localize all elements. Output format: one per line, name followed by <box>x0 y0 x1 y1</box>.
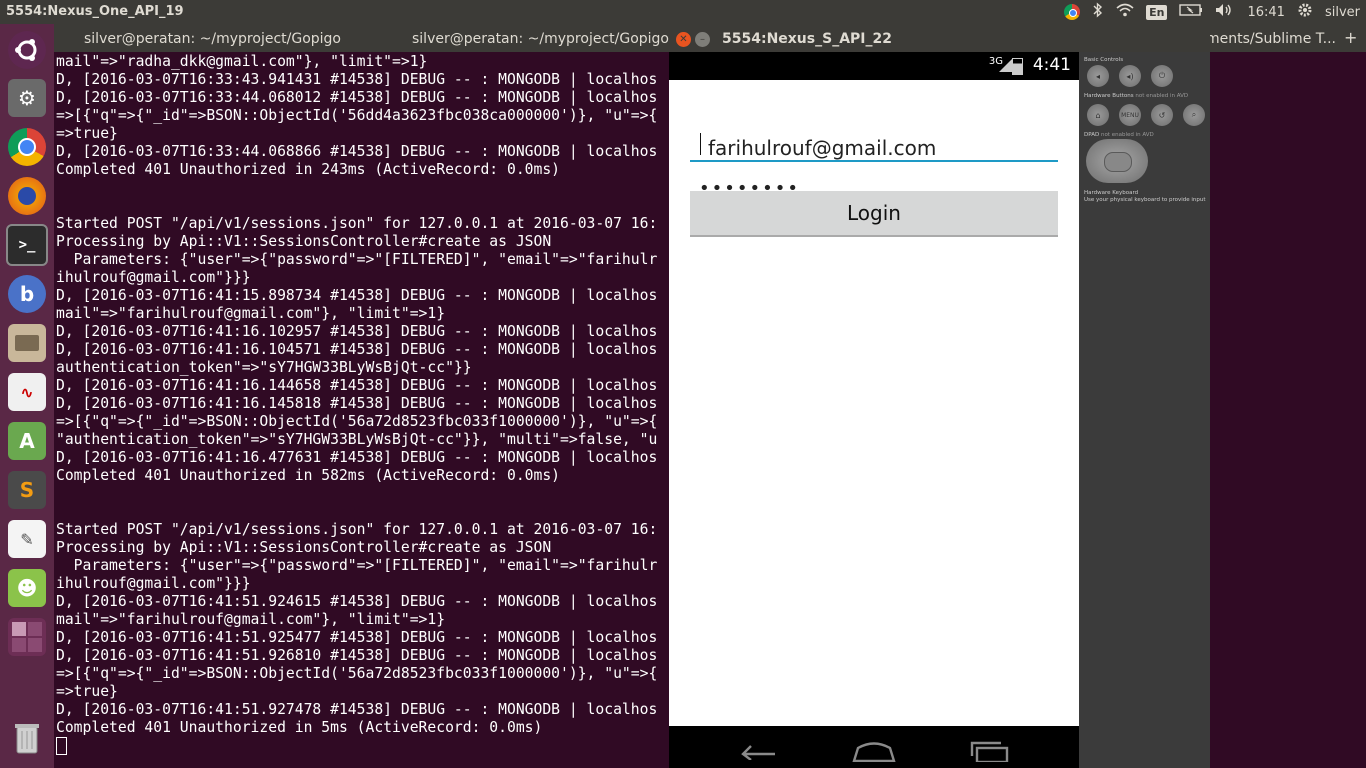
email-underline <box>690 160 1058 162</box>
phone-screen[interactable]: 3G 4:41 farihulrouf@gmail.com •••••••• L… <box>669 52 1079 768</box>
hardware-keyboard-heading: Hardware Keyboard <box>1084 190 1139 196</box>
signal-icon <box>999 58 1013 72</box>
emulator-title-bar[interactable]: ✕ – 5554:Nexus_S_API_22 <box>669 26 1210 52</box>
keyboard-hint: Use your physical keyboard to provide in… <box>1084 197 1206 203</box>
add-tab-icon[interactable]: + <box>1344 24 1357 52</box>
chrome-indicator-icon[interactable] <box>1064 4 1081 20</box>
android-nav-bar <box>669 726 1079 768</box>
hardware-buttons-heading: Hardware Buttons not enabled in AVD <box>1084 93 1188 99</box>
android-status-bar: 3G 4:41 <box>669 52 1079 80</box>
settings-gear-icon[interactable] <box>1297 2 1313 22</box>
trash-icon[interactable] <box>5 716 49 760</box>
terminal-icon[interactable]: >_ <box>5 223 49 267</box>
dpad-label: DPAD <box>1084 132 1100 138</box>
recents-icon[interactable] <box>969 740 1009 766</box>
volume-icon[interactable] <box>1215 3 1235 21</box>
emulator-title: 5554:Nexus_S_API_22 <box>722 31 892 47</box>
email-value: farihulrouf@gmail.com <box>708 136 937 160</box>
active-window-title: 5554:Nexus_One_API_19 <box>6 4 184 19</box>
files-icon[interactable] <box>5 321 49 365</box>
not-enabled-note: not enabled in AVD <box>1135 93 1189 99</box>
terminal-tab-label: silver@peratan: ~/myproject/Gopigo <box>84 31 341 47</box>
android-emulator-icon[interactable]: ☻ <box>5 566 49 610</box>
emulator-window[interactable]: ✕ – 5554:Nexus_S_API_22 3G 4:41 farihulr… <box>669 26 1210 768</box>
close-icon[interactable]: ✕ <box>676 32 691 47</box>
sublime-text-icon[interactable]: S <box>5 468 49 512</box>
workspace-switcher-icon[interactable] <box>5 615 49 659</box>
terminal-tab[interactable]: silver@peratan: ~/myproject/Gopigo <box>382 24 669 52</box>
email-field[interactable]: farihulrouf@gmail.com <box>690 128 1058 162</box>
text-editor-icon[interactable]: ✎ <box>5 517 49 561</box>
bluetooth-icon[interactable] <box>1092 2 1104 22</box>
dpad-heading: DPAD not enabled in AVD <box>1084 132 1154 138</box>
volume-up-icon[interactable]: ◂) <box>1119 65 1141 87</box>
minimize-icon[interactable]: – <box>695 32 710 47</box>
bluetooth-app-icon[interactable]: b <box>5 272 49 316</box>
dpad-not-enabled-note: not enabled in AVD <box>1100 132 1154 138</box>
terminal-tab[interactable]: silver@peratan: ~/myproject/Gopigo <box>54 24 382 52</box>
dpad-center-button[interactable] <box>1104 152 1132 172</box>
wifi-icon[interactable] <box>1116 3 1134 21</box>
terminal-tab-label: ments/Sublime T... <box>1206 31 1336 47</box>
clock[interactable]: 16:41 <box>1247 5 1284 20</box>
home-hw-icon[interactable]: ⌂ <box>1087 104 1109 126</box>
firefox-icon[interactable] <box>5 174 49 218</box>
system-settings-icon[interactable]: ⚙ <box>5 76 49 120</box>
ubuntu-dash-icon[interactable] <box>5 28 49 72</box>
search-hw-icon[interactable]: ⌕ <box>1183 104 1205 126</box>
hardware-buttons-label: Hardware Buttons <box>1084 93 1134 99</box>
home-icon[interactable] <box>852 740 896 766</box>
user-name[interactable]: silver <box>1325 5 1360 20</box>
login-button[interactable]: Login <box>690 191 1058 237</box>
terminal-cursor <box>56 737 67 755</box>
status-time: 4:41 <box>1032 55 1071 75</box>
text-caret <box>700 133 701 155</box>
battery-icon <box>1012 58 1023 75</box>
document-viewer-icon[interactable]: ∿ <box>5 370 49 414</box>
basic-controls-heading: Basic Controls <box>1084 57 1124 63</box>
power-icon[interactable]: ⏻ <box>1151 65 1173 87</box>
launcher: ⚙ >_ b ∿ A S ✎ ☻ <box>0 24 54 768</box>
back-hw-icon[interactable]: ↺ <box>1151 104 1173 126</box>
back-icon[interactable] <box>737 740 779 764</box>
top-panel: 5554:Nexus_One_API_19 En 16:41 silver <box>0 0 1366 24</box>
volume-down-icon[interactable]: ◂ <box>1087 65 1109 87</box>
menu-hw-button[interactable]: MENU <box>1119 104 1141 126</box>
dpad-control[interactable] <box>1086 139 1148 183</box>
system-tray: En 16:41 silver <box>1064 0 1360 24</box>
android-studio-icon[interactable]: A <box>5 419 49 463</box>
emulator-controls-panel: Basic Controls ◂ ◂) ⏻ Hardware Buttons n… <box>1079 52 1210 768</box>
battery-icon[interactable] <box>1179 4 1203 20</box>
chrome-browser-icon[interactable] <box>5 125 49 169</box>
keyboard-layout-indicator[interactable]: En <box>1146 4 1168 20</box>
terminal-tab-label: silver@peratan: ~/myproject/Gopigo <box>412 31 669 47</box>
